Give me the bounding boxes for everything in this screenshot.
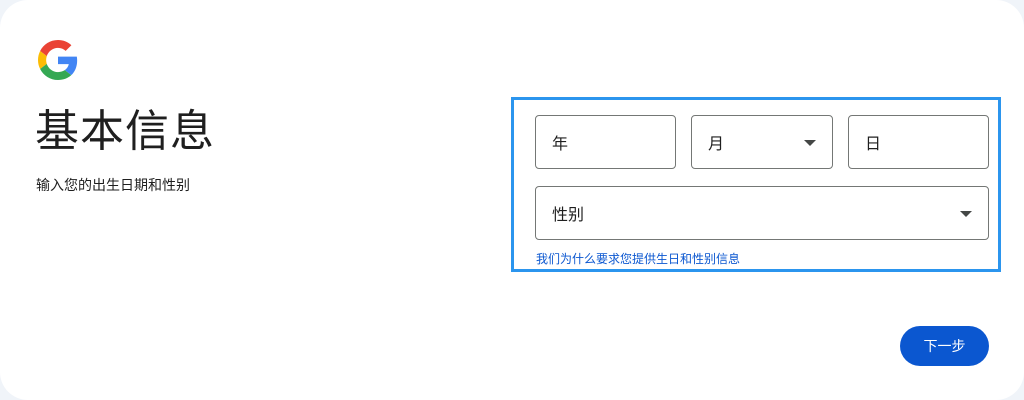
year-input[interactable]: 年 xyxy=(535,115,676,169)
month-select[interactable]: 月 xyxy=(691,115,833,169)
day-input[interactable]: 日 xyxy=(848,115,989,169)
google-logo-icon xyxy=(38,40,78,80)
signup-card: 基本信息 输入您的出生日期和性别 年 月 日 性别 我们为什么要求您提供生日和性… xyxy=(0,0,1024,400)
gender-label: 性别 xyxy=(552,205,585,224)
month-label: 月 xyxy=(708,134,725,153)
next-button[interactable]: 下一步 xyxy=(900,326,989,366)
page-subtitle: 输入您的出生日期和性别 xyxy=(36,178,190,194)
why-birthday-gender-link[interactable]: 我们为什么要求您提供生日和性别信息 xyxy=(536,251,740,267)
year-placeholder: 年 xyxy=(552,134,569,153)
caret-down-icon xyxy=(804,140,816,146)
page-title: 基本信息 xyxy=(35,106,215,157)
day-placeholder: 日 xyxy=(865,134,882,153)
gender-select[interactable]: 性别 xyxy=(535,186,989,240)
caret-down-icon xyxy=(960,211,972,217)
